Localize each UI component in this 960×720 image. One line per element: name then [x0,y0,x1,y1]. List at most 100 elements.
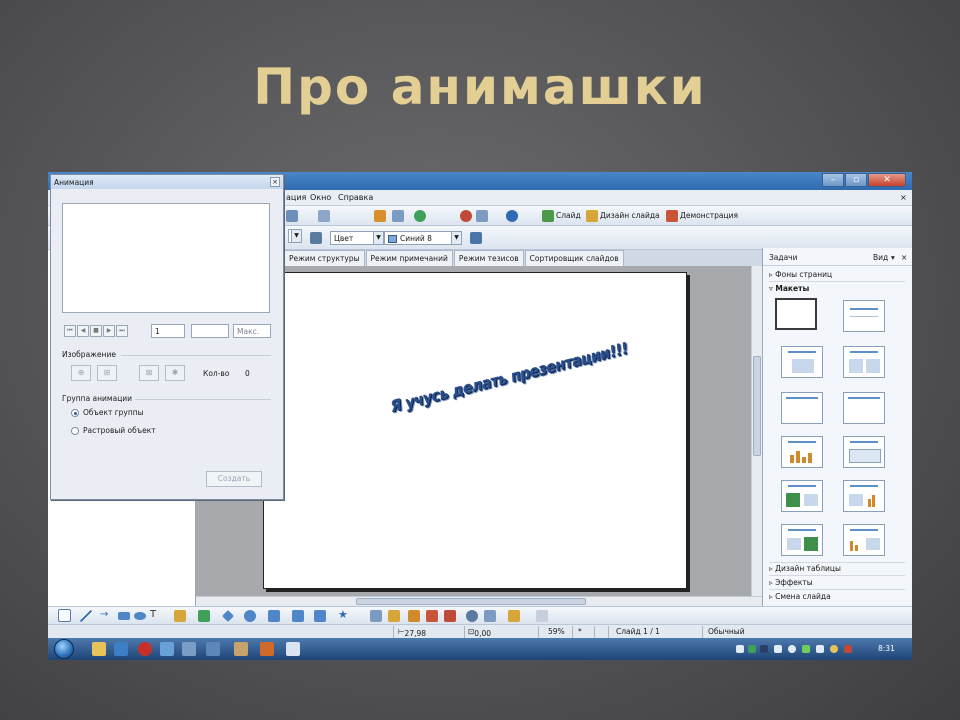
curve-icon[interactable] [174,610,186,622]
section-effects[interactable]: ▹ Эффекты [769,578,813,587]
tray-icon-5[interactable] [802,645,810,653]
navigator-icon[interactable] [414,210,426,222]
layout-two-content[interactable] [843,346,885,378]
app-icon-2[interactable] [182,642,196,656]
app-icon-4[interactable] [234,642,248,656]
layout-title-content[interactable] [781,346,823,378]
app-icon-1[interactable] [160,642,174,656]
menu-item-format[interactable]: ация [286,193,306,202]
chart-icon[interactable] [374,210,386,222]
fill-type-combo[interactable]: Цвет ▼ [330,231,384,245]
layout-title-text[interactable] [781,392,823,424]
layout-chart-text[interactable] [843,524,885,556]
from-file-icon[interactable] [426,610,438,622]
fontwork-icon[interactable] [408,610,420,622]
impress-taskbar-icon[interactable] [286,642,300,656]
help-icon[interactable] [506,210,518,222]
presentation-icon[interactable] [666,210,678,222]
horizontal-scrollbar[interactable] [196,596,762,606]
line-icon[interactable] [80,610,92,622]
layout-image-text[interactable] [781,480,823,512]
layout-blank[interactable] [775,298,817,330]
delete-image-icon[interactable]: ⊠ [139,365,159,381]
design-icon[interactable] [586,210,598,222]
play-icon[interactable]: ▶ [103,325,115,337]
tray-icon-1[interactable] [736,645,744,653]
group-object-radio[interactable] [71,409,79,417]
zoom-readout[interactable]: 59% [548,627,565,636]
zoom-icon[interactable] [476,210,488,222]
apply-objects-individually-icon[interactable]: ⊞ [97,365,117,381]
close-icon[interactable]: × [270,177,280,187]
close-doc-icon[interactable]: × [900,193,907,202]
maximize-button[interactable]: ▫ [845,173,867,187]
stop-icon[interactable]: ■ [90,325,102,337]
symbol-shapes-icon[interactable] [244,610,256,622]
tray-icon-2[interactable] [748,645,756,653]
section-transition[interactable]: ▹ Смена слайда [769,592,831,601]
callouts-icon[interactable] [314,610,326,622]
bitmap-object-radio[interactable] [71,427,79,435]
tab-notes[interactable]: Режим примечаний [365,250,453,266]
start-button[interactable] [54,639,74,659]
minimize-button[interactable]: – [822,173,844,187]
explorer-icon[interactable] [92,642,106,656]
first-frame-icon[interactable]: ⏮ [64,325,76,337]
last-frame-icon[interactable]: ⏭ [116,325,128,337]
align-icon[interactable] [508,610,520,622]
ellipse-icon[interactable] [134,612,146,620]
tray-icon-6[interactable] [830,645,838,653]
points-icon[interactable] [370,610,382,622]
undo-icon[interactable] [286,210,298,222]
tray-icon-4[interactable] [788,645,796,653]
layout-text-chart[interactable] [843,480,885,512]
tab-handout[interactable]: Режим тезисов [453,250,524,266]
layout-title-chart[interactable] [781,436,823,468]
menu-item-window[interactable]: Окно [310,193,331,202]
task-pane-view-menu[interactable]: Вид [873,253,888,262]
create-button[interactable]: Создать [206,471,262,487]
effects-icon[interactable] [484,610,496,622]
arrange-icon[interactable] [536,610,548,622]
volume-icon[interactable] [816,645,824,653]
table-icon[interactable] [392,210,404,222]
area-icon[interactable] [310,232,322,244]
app-icon-3[interactable] [206,642,220,656]
section-backgrounds[interactable]: ▹ Фоны страниц [769,270,832,279]
fontwork-text[interactable]: Я учусь делать презентации!!! [390,338,628,416]
delete-all-images-icon[interactable]: ✱ [165,365,185,381]
arrow-icon[interactable]: → [100,610,112,622]
opera-icon[interactable] [138,642,152,656]
rectangle-icon[interactable] [118,612,130,620]
slide-button[interactable]: Слайд [556,211,581,220]
connector-icon[interactable] [198,610,210,622]
gallery-icon[interactable] [444,610,456,622]
hyperlink-icon[interactable] [318,210,330,222]
chevron-down-icon[interactable]: ▾ [891,253,895,262]
presentation-button[interactable]: Демонстрация [680,211,738,220]
duration-spinner[interactable] [191,324,229,338]
app-icon-5[interactable] [260,642,274,656]
clock[interactable]: 8:31 [878,644,895,653]
slide-icon[interactable] [542,210,554,222]
draw-icon[interactable] [460,210,472,222]
select-icon[interactable] [58,609,71,622]
layout-centered-text[interactable] [843,392,885,424]
section-layouts[interactable]: ▿ Макеты [769,284,809,293]
stars-icon[interactable]: ★ [338,609,350,621]
play-backward-icon[interactable]: ◀ [77,325,89,337]
layout-title-only[interactable] [843,300,885,332]
basic-shapes-icon[interactable] [222,610,234,622]
tab-outline[interactable]: Режим структуры [284,250,365,266]
vertical-scrollbar[interactable] [751,266,762,598]
tab-slide-sorter[interactable]: Сортировщик слайдов [524,250,624,266]
block-arrows-icon[interactable] [268,610,280,622]
layout-title-table[interactable] [843,436,885,468]
section-table-design[interactable]: ▹ Дизайн таблицы [769,564,841,573]
tray-icon-7[interactable] [844,645,852,653]
loop-count-combo[interactable]: Макс. [233,324,271,338]
network-icon[interactable] [774,645,782,653]
flowchart-icon[interactable] [292,610,304,622]
menu-item-help[interactable]: Справка [338,193,373,202]
design-button[interactable]: Дизайн слайда [600,211,660,220]
